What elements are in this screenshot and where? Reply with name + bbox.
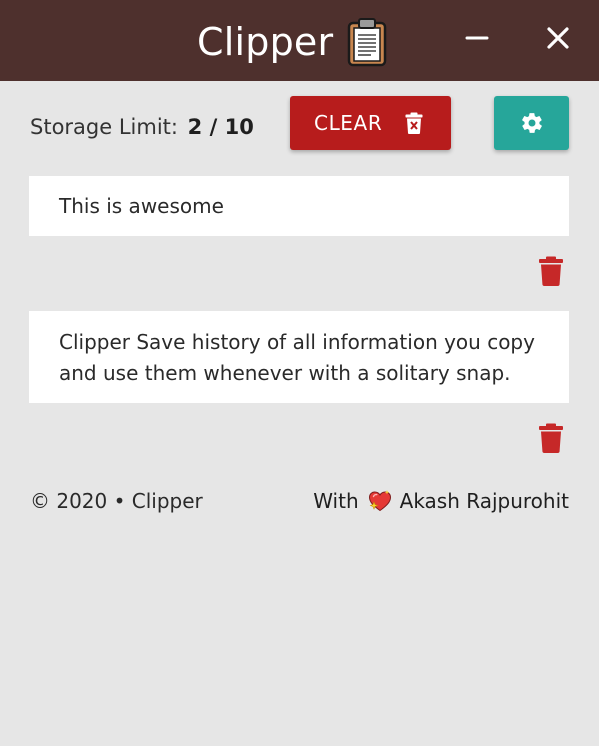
clear-button-label: CLEAR xyxy=(314,111,383,135)
storage-limit-label: Storage Limit: xyxy=(30,115,178,139)
title-wrap: Clipper xyxy=(197,14,387,70)
sparkling-heart-icon xyxy=(368,490,391,512)
author-credit: With Akash Rajpurohit xyxy=(313,487,569,515)
close-button[interactable] xyxy=(538,18,578,58)
minimize-icon xyxy=(465,36,489,40)
storage-limit-count: 2 / 10 xyxy=(187,115,254,139)
copyright-text: © 2020 • Clipper xyxy=(30,489,203,513)
minimize-button[interactable] xyxy=(457,18,497,58)
clip-text: This is awesome xyxy=(59,194,224,218)
storage-limit: Storage Limit: 2 / 10 xyxy=(30,113,254,141)
title-bar: Clipper xyxy=(0,0,599,81)
gear-icon xyxy=(522,113,542,133)
clipboard-icon xyxy=(348,18,387,67)
clip-item[interactable]: This is awesome xyxy=(29,176,569,236)
trash-icon xyxy=(539,256,563,286)
author-name[interactable]: Akash Rajpurohit xyxy=(400,487,569,515)
app-title: Clipper xyxy=(197,20,334,64)
trash-x-icon xyxy=(405,112,423,134)
clear-all-button[interactable]: CLEAR xyxy=(290,96,451,150)
with-label: With xyxy=(313,489,359,513)
delete-clip-button[interactable] xyxy=(538,423,564,453)
trash-icon xyxy=(539,423,563,453)
clip-item[interactable]: Clipper Save history of all information … xyxy=(29,311,569,403)
delete-clip-button[interactable] xyxy=(538,256,564,286)
clip-text: Clipper Save history of all information … xyxy=(59,330,535,385)
close-icon xyxy=(547,27,569,49)
settings-button[interactable] xyxy=(494,96,569,150)
